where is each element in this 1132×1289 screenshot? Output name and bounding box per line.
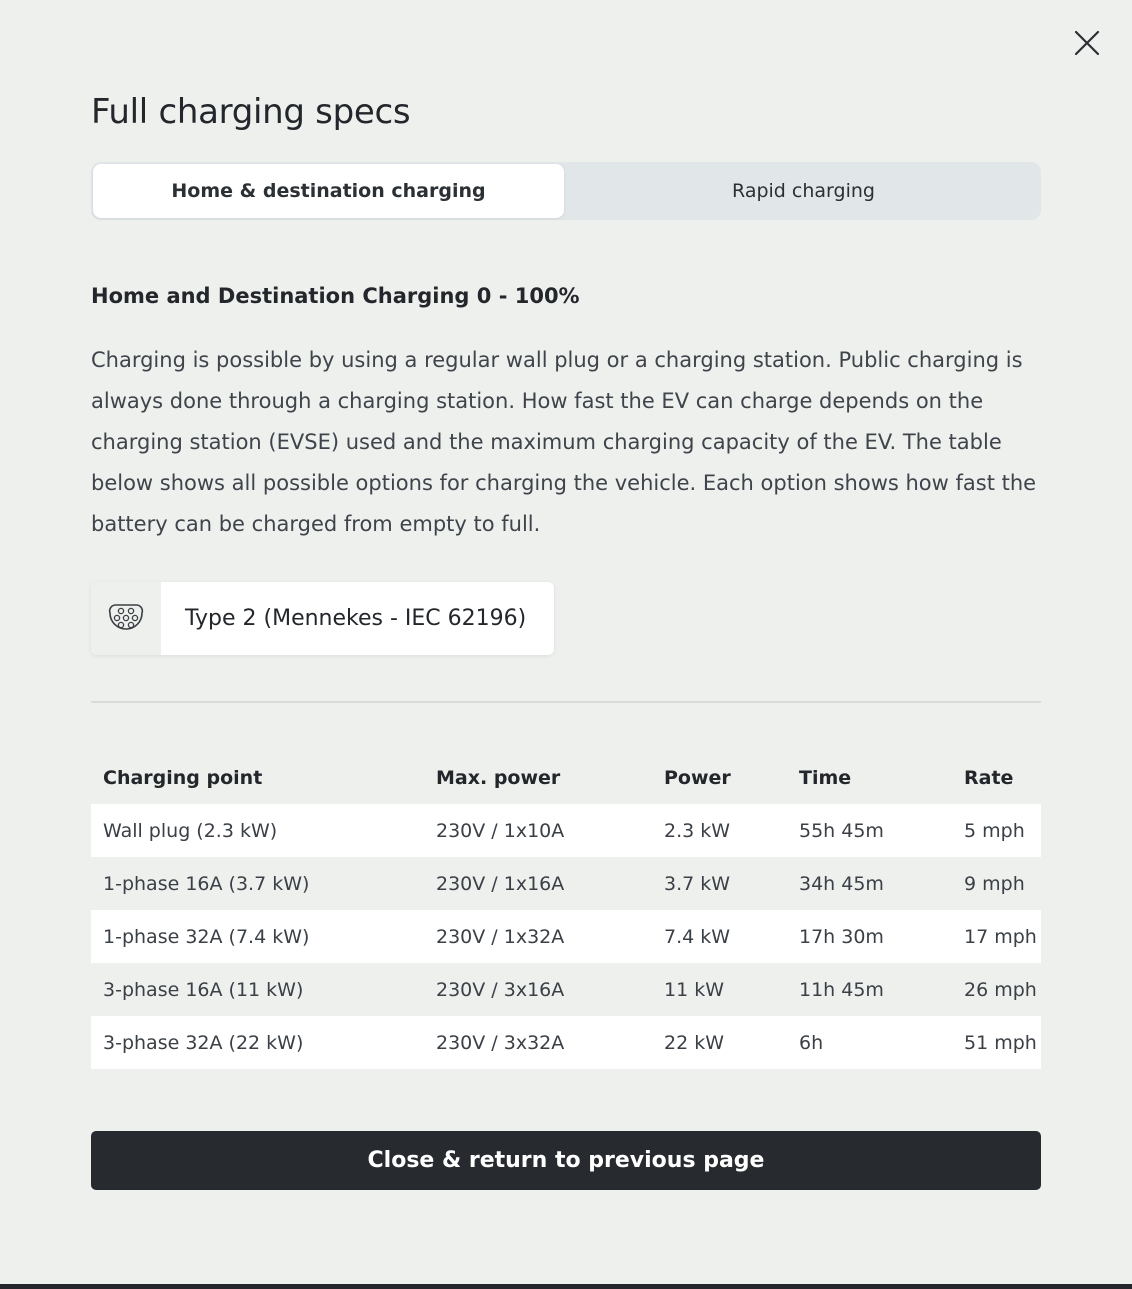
cell-max-power: 230V / 1x32A [424, 910, 652, 963]
cell-time: 11h 45m [799, 978, 884, 1001]
cell-rate: 26 mph [964, 978, 1037, 1001]
cell-time: 17h 30m [787, 910, 952, 963]
table-row: 1-phase 32A (7.4 kW) 230V / 1x32A 7.4 kW… [91, 910, 1041, 963]
close-return-button[interactable]: Close & return to previous page [91, 1131, 1041, 1190]
table-row: 3-phase 32A (22 kW) 230V / 3x32A 22 kW 6… [91, 1016, 1041, 1069]
cell-charging-point: 1-phase 16A (3.7 kW) [103, 872, 310, 895]
tab-home-destination-charging[interactable]: Home & destination charging [93, 164, 564, 218]
connector-label: Type 2 (Mennekes - IEC 62196) [185, 606, 527, 631]
cell-rate: 9 mph [964, 872, 1025, 895]
cell-power: 7.4 kW [652, 910, 787, 963]
header-max-power: Max. power [436, 767, 561, 789]
cell-rate: 17 mph [952, 910, 1041, 963]
cell-power: 3.7 kW [664, 872, 731, 895]
charging-specs-modal: Full charging specs Home & destination c… [0, 0, 1132, 1289]
modal-title: Full charging specs [91, 92, 411, 132]
section-heading: Home and Destination Charging 0 - 100% [91, 284, 580, 308]
divider [91, 701, 1041, 703]
cell-rate: 5 mph [952, 804, 1041, 857]
table-row: 3-phase 16A (11 kW) 230V / 3x16A 11 kW 1… [91, 963, 1041, 1016]
cell-time: 34h 45m [799, 872, 884, 895]
header-charging-point: Charging point [103, 767, 263, 789]
cell-time: 6h [787, 1016, 952, 1069]
section-description: Charging is possible by using a regular … [91, 348, 1037, 536]
charging-type-tabs: Home & destination charging Rapid chargi… [91, 162, 1041, 220]
connector-icon-box [91, 582, 161, 655]
tab-rapid-charging[interactable]: Rapid charging [568, 164, 1039, 218]
table-row: Wall plug (2.3 kW) 230V / 1x10A 2.3 kW 5… [91, 804, 1041, 857]
table-row: 1-phase 16A (3.7 kW) 230V / 1x16A 3.7 kW… [91, 857, 1041, 910]
cell-max-power: 230V / 1x16A [436, 872, 565, 895]
close-icon[interactable] [1072, 28, 1102, 58]
header-time: Time [799, 767, 852, 789]
cell-max-power: 230V / 3x16A [436, 978, 565, 1001]
charging-specs-table: Charging point Max. power Power Time Rat… [91, 752, 1041, 1069]
cell-charging-point: 1-phase 32A (7.4 kW) [91, 910, 424, 963]
connector-type-card[interactable]: Type 2 (Mennekes - IEC 62196) [91, 582, 554, 655]
cell-charging-point: 3-phase 16A (11 kW) [103, 978, 304, 1001]
cell-max-power: 230V / 1x10A [424, 804, 652, 857]
table-header-row: Charging point Max. power Power Time Rat… [91, 752, 1041, 804]
header-power: Power [664, 767, 731, 789]
type2-plug-icon [108, 599, 144, 639]
bottom-edge-bar [0, 1284, 1132, 1289]
cell-charging-point: 3-phase 32A (22 kW) [91, 1016, 424, 1069]
cell-power: 11 kW [664, 978, 725, 1001]
cell-power: 2.3 kW [652, 804, 787, 857]
cell-charging-point: Wall plug (2.3 kW) [91, 804, 424, 857]
header-rate: Rate [964, 767, 1014, 789]
cell-rate: 51 mph [952, 1016, 1041, 1069]
cell-power: 22 kW [652, 1016, 787, 1069]
cell-time: 55h 45m [787, 804, 952, 857]
cell-max-power: 230V / 3x32A [424, 1016, 652, 1069]
